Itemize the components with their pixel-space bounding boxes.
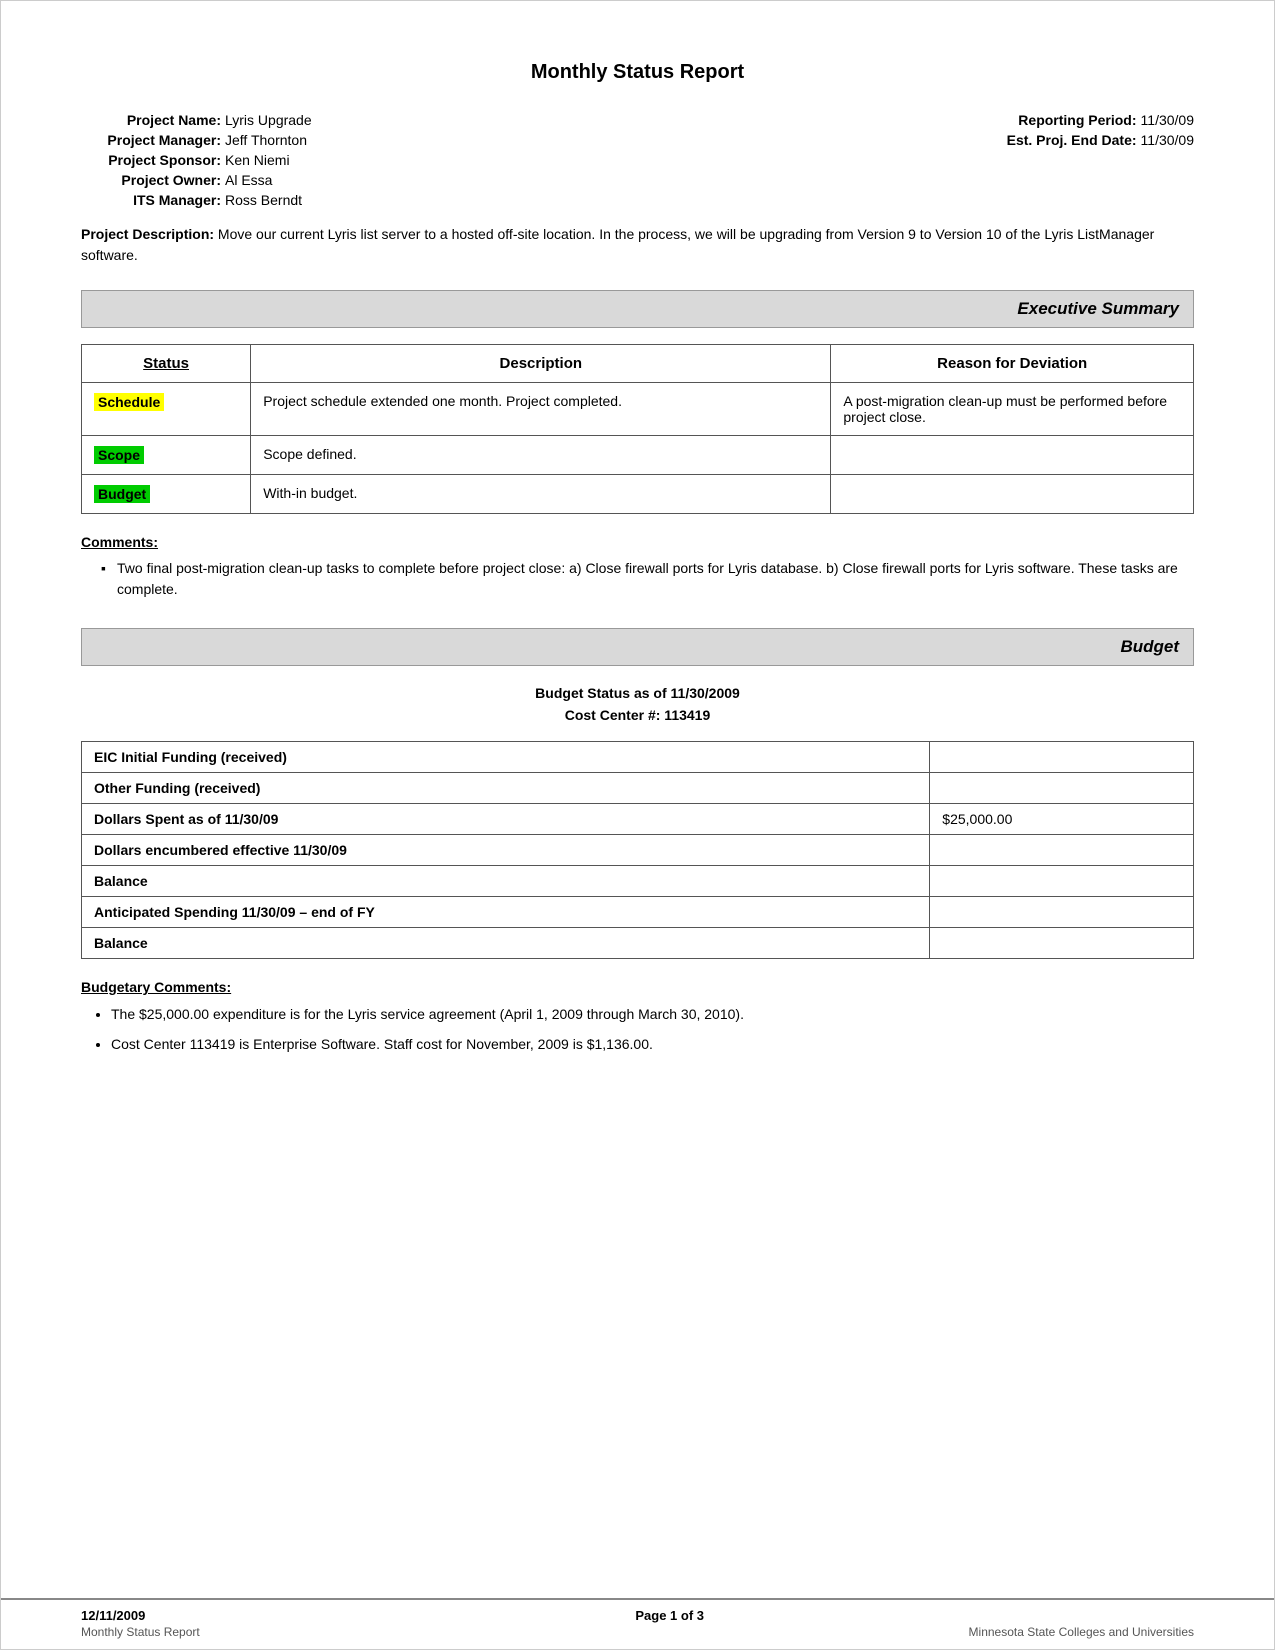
footer-subtitle-row: Monthly Status Report Minnesota State Co… xyxy=(81,1625,1194,1639)
description-cell-scope: Scope defined. xyxy=(251,436,831,475)
reason-cell-schedule: A post-migration clean-up must be perfor… xyxy=(831,383,1194,436)
exec-summary-title: Executive Summary xyxy=(1017,299,1179,318)
exec-summary-table: Status Description Reason for Deviation … xyxy=(81,344,1194,514)
table-row: EIC Initial Funding (received) xyxy=(82,741,1194,772)
comments-list: Two final post-migration clean-up tasks … xyxy=(81,558,1194,600)
table-row: Budget With-in budget. xyxy=(82,475,1194,514)
status-badge-schedule: Schedule xyxy=(94,393,164,411)
project-description: Project Description: Move our current Ly… xyxy=(81,224,1194,266)
budget-value-other-funding xyxy=(930,772,1194,803)
meta-section: Project Name: Lyris Upgrade Project Mana… xyxy=(81,112,1194,208)
budget-label-balance1: Balance xyxy=(82,865,930,896)
meta-right: Reporting Period: 11/30/09 Est. Proj. En… xyxy=(977,112,1194,208)
meta-value-reporting-period: 11/30/09 xyxy=(1141,112,1194,128)
meta-value-end-date: 11/30/09 xyxy=(1141,132,1194,148)
budgetary-list: The $25,000.00 expenditure is for the Ly… xyxy=(81,1003,1194,1056)
description-text: Move our current Lyris list server to a … xyxy=(81,226,1154,263)
page: Monthly Status Report Project Name: Lyri… xyxy=(0,0,1275,1650)
status-cell-scope: Scope xyxy=(82,436,251,475)
list-item: Two final post-migration clean-up tasks … xyxy=(101,558,1194,600)
meta-label-reporting-period: Reporting Period: xyxy=(977,112,1137,128)
exec-summary-header: Executive Summary xyxy=(81,290,1194,328)
meta-label-project-sponsor: Project Sponsor: xyxy=(81,152,221,168)
footer-report-name: Monthly Status Report xyxy=(81,1625,200,1639)
budgetary-comments-section: Budgetary Comments: The $25,000.00 expen… xyxy=(81,979,1194,1056)
status-cell-schedule: Schedule xyxy=(82,383,251,436)
budget-section-header: Budget xyxy=(81,628,1194,666)
footer-page: Page 1 of 3 xyxy=(635,1608,704,1623)
col-header-description: Description xyxy=(251,345,831,383)
meta-row-project-owner: Project Owner: Al Essa xyxy=(81,172,312,188)
list-item: Cost Center 113419 is Enterprise Softwar… xyxy=(111,1033,1194,1055)
meta-label-its-manager: ITS Manager: xyxy=(81,192,221,208)
footer-institution: Minnesota State Colleges and Universitie… xyxy=(969,1625,1194,1639)
budget-section-title: Budget xyxy=(1120,637,1179,656)
meta-label-project-manager: Project Manager: xyxy=(81,132,221,148)
budget-value-anticipated xyxy=(930,896,1194,927)
budget-value-encumbered xyxy=(930,834,1194,865)
budget-status-line1: Budget Status as of 11/30/2009 xyxy=(81,682,1194,704)
budget-value-eic xyxy=(930,741,1194,772)
budget-label-eic: EIC Initial Funding (received) xyxy=(82,741,930,772)
comments-label: Comments: xyxy=(81,534,1194,550)
table-row: Other Funding (received) xyxy=(82,772,1194,803)
meta-row-end-date: Est. Proj. End Date: 11/30/09 xyxy=(977,132,1194,148)
meta-row-reporting-period: Reporting Period: 11/30/09 xyxy=(977,112,1194,128)
meta-row-its-manager: ITS Manager: Ross Berndt xyxy=(81,192,312,208)
budgetary-comments-label: Budgetary Comments: xyxy=(81,979,1194,995)
description-cell-budget: With-in budget. xyxy=(251,475,831,514)
table-row: Balance xyxy=(82,927,1194,958)
meta-value-project-sponsor: Ken Niemi xyxy=(225,152,290,168)
budget-value-balance2 xyxy=(930,927,1194,958)
reason-cell-scope xyxy=(831,436,1194,475)
table-row: Anticipated Spending 11/30/09 – end of F… xyxy=(82,896,1194,927)
table-row: Dollars Spent as of 11/30/09 $25,000.00 xyxy=(82,803,1194,834)
status-cell-budget: Budget xyxy=(82,475,251,514)
col-header-status: Status xyxy=(82,345,251,383)
budget-label-dollars-spent: Dollars Spent as of 11/30/09 xyxy=(82,803,930,834)
budget-label-other-funding: Other Funding (received) xyxy=(82,772,930,803)
status-badge-budget: Budget xyxy=(94,485,150,503)
table-row: Balance xyxy=(82,865,1194,896)
meta-row-project-manager: Project Manager: Jeff Thornton xyxy=(81,132,312,148)
meta-row-project-name: Project Name: Lyris Upgrade xyxy=(81,112,312,128)
budget-label-encumbered: Dollars encumbered effective 11/30/09 xyxy=(82,834,930,865)
table-row: Scope Scope defined. xyxy=(82,436,1194,475)
meta-label-project-owner: Project Owner: xyxy=(81,172,221,188)
page-title: Monthly Status Report xyxy=(81,61,1194,84)
meta-left: Project Name: Lyris Upgrade Project Mana… xyxy=(81,112,312,208)
comments-section: Comments: Two final post-migration clean… xyxy=(81,534,1194,600)
reason-cell-budget xyxy=(831,475,1194,514)
budget-value-balance1 xyxy=(930,865,1194,896)
meta-value-project-manager: Jeff Thornton xyxy=(225,132,307,148)
budget-label-balance2: Balance xyxy=(82,927,930,958)
budget-label-anticipated: Anticipated Spending 11/30/09 – end of F… xyxy=(82,896,930,927)
status-badge-scope: Scope xyxy=(94,446,144,464)
list-item: The $25,000.00 expenditure is for the Ly… xyxy=(111,1003,1194,1025)
meta-value-its-manager: Ross Berndt xyxy=(225,192,302,208)
page-footer: 12/11/2009 Page 1 of 3 Monthly Status Re… xyxy=(1,1598,1274,1649)
col-header-reason: Reason for Deviation xyxy=(831,345,1194,383)
budget-status-line2: Cost Center #: 113419 xyxy=(81,704,1194,726)
footer-top-row: 12/11/2009 Page 1 of 3 xyxy=(81,1608,1194,1623)
budget-table: EIC Initial Funding (received) Other Fun… xyxy=(81,741,1194,959)
budget-value-dollars-spent: $25,000.00 xyxy=(930,803,1194,834)
meta-row-project-sponsor: Project Sponsor: Ken Niemi xyxy=(81,152,312,168)
description-cell-schedule: Project schedule extended one month. Pro… xyxy=(251,383,831,436)
description-label: Project Description: xyxy=(81,226,214,242)
meta-value-project-name: Lyris Upgrade xyxy=(225,112,312,128)
budget-status-header: Budget Status as of 11/30/2009 Cost Cent… xyxy=(81,682,1194,727)
meta-label-project-name: Project Name: xyxy=(81,112,221,128)
table-row: Dollars encumbered effective 11/30/09 xyxy=(82,834,1194,865)
footer-date: 12/11/2009 xyxy=(81,1608,145,1623)
table-row: Schedule Project schedule extended one m… xyxy=(82,383,1194,436)
meta-label-end-date: Est. Proj. End Date: xyxy=(977,132,1137,148)
meta-value-project-owner: Al Essa xyxy=(225,172,272,188)
